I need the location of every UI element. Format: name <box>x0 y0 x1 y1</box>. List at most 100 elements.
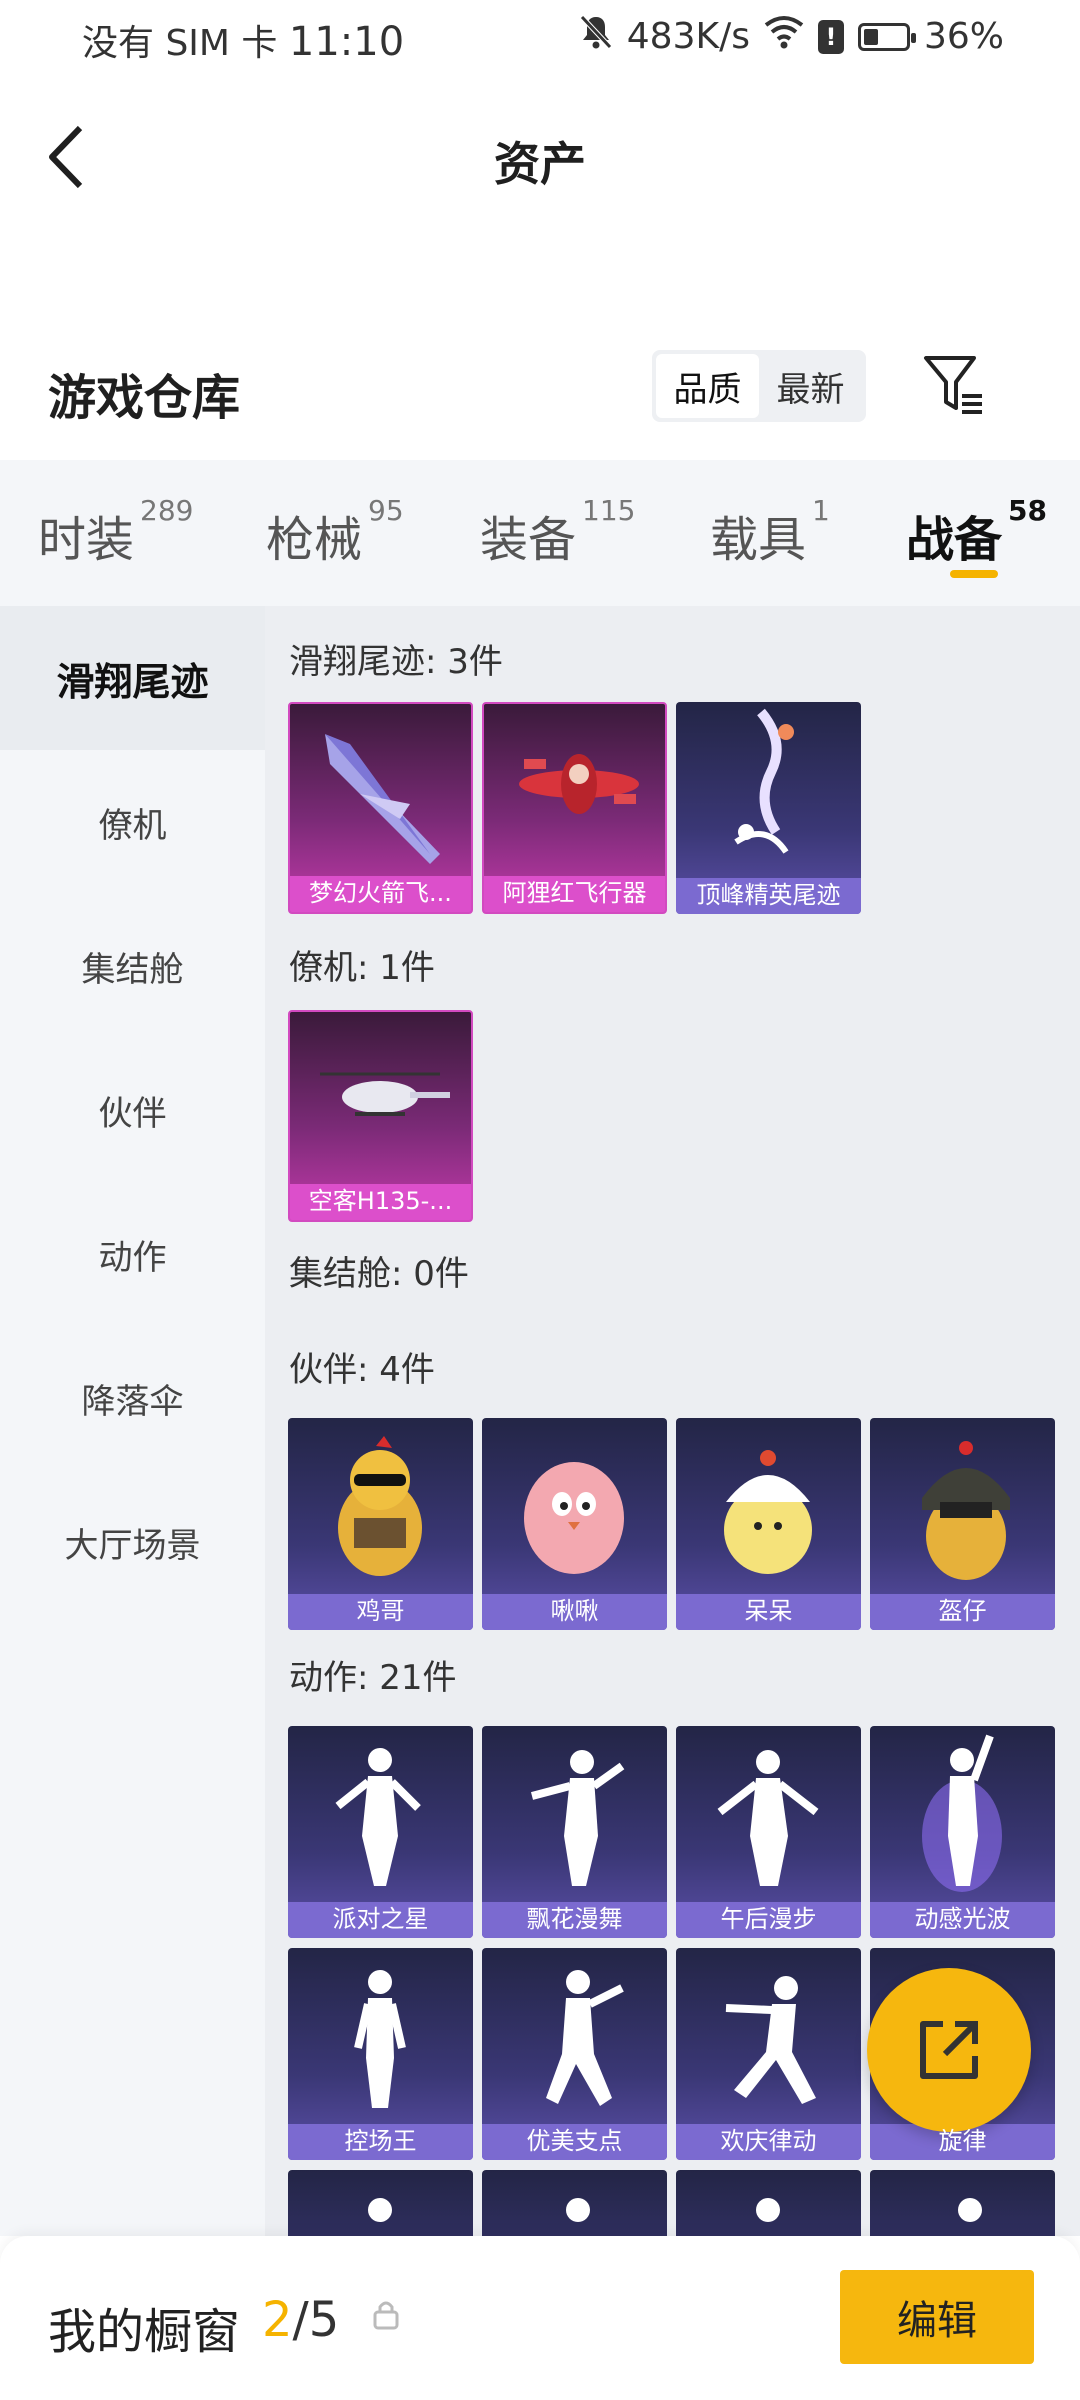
dancer-emote-art <box>717 1750 819 1886</box>
item-card[interactable]: 顶峰精英尾迹 <box>676 702 861 914</box>
status-bar: 没有 SIM 卡 11:10 483K/s ! 36% <box>0 0 1080 76</box>
category-tabs: 时装289 枪械95 装备115 载具1 战备58 <box>0 460 1080 606</box>
dancer-emote-art <box>354 1970 406 2108</box>
filter-button[interactable] <box>922 352 986 418</box>
item-card[interactable]: 优美支点 <box>482 1948 667 2160</box>
item-name: 阿狸红飞行器 <box>502 879 647 907</box>
sort-toggle: 品质 最新 <box>652 350 866 422</box>
warehouse-header: 游戏仓库 品质 最新 <box>0 340 1080 450</box>
item-name: 盔仔 <box>938 1597 987 1625</box>
item-name: 派对之星 <box>332 1905 429 1933</box>
dancer-emote-art <box>530 1750 625 1886</box>
item-card[interactable]: 控场王 <box>288 1948 473 2160</box>
chicken-companion-art <box>338 1436 422 1576</box>
group-title-emote: 动作: 21件 <box>289 1658 457 1698</box>
item-name: 飘花漫舞 <box>526 1905 623 1933</box>
dancer-emote-art <box>368 2198 392 2222</box>
dancer-emote-art <box>958 2198 982 2222</box>
item-card[interactable] <box>288 2170 473 2236</box>
item-card[interactable]: 鸡哥 <box>288 1418 473 1630</box>
light-wave-emote-art <box>922 1734 1002 1892</box>
dancer-emote-art <box>756 2198 780 2222</box>
item-card[interactable]: 午后漫步 <box>676 1726 861 1938</box>
sort-quality-option[interactable]: 品质 <box>656 354 759 418</box>
item-name: 午后漫步 <box>720 1905 817 1933</box>
active-tab-indicator <box>950 570 998 578</box>
showcase-bar: 我的橱窗 2/5 编辑 <box>0 2236 1080 2400</box>
showcase-count: 2/5 <box>262 2292 339 2348</box>
status-right: 483K/s ! 36% <box>579 14 1004 59</box>
showcase-current: 2 <box>262 2292 293 2348</box>
item-card[interactable] <box>870 2170 1055 2236</box>
item-name: 动感光波 <box>914 1905 1011 1933</box>
alert-icon: ! <box>817 19 844 54</box>
item-card[interactable]: 派对之星 <box>288 1726 473 1938</box>
sidebar-item-lobby-scene[interactable]: 大厅场景 <box>0 1470 265 1614</box>
tab-guns[interactable]: 枪械95 <box>266 494 404 570</box>
item-card[interactable] <box>676 2170 861 2236</box>
sidebar-item-assembly-pod[interactable]: 集结舱 <box>0 894 265 1038</box>
status-left: 没有 SIM 卡 11:10 <box>82 14 404 66</box>
tab-count: 58 <box>1008 494 1047 527</box>
sort-newest-option[interactable]: 最新 <box>759 354 862 418</box>
dancer-emote-art <box>725 1976 816 2104</box>
item-card[interactable]: 动感光波 <box>870 1726 1055 1938</box>
red-plane-art <box>519 754 639 814</box>
item-name: 呆呆 <box>744 1597 793 1625</box>
tab-count: 1 <box>812 494 830 527</box>
item-name: 啾啾 <box>550 1597 599 1625</box>
elite-trail-art <box>734 708 794 854</box>
tab-count: 115 <box>582 494 636 527</box>
item-card[interactable]: 空客H135-... <box>288 1010 473 1222</box>
item-card[interactable] <box>482 2170 667 2236</box>
sidebar: 滑翔尾迹 僚机 集结舱 伙伴 动作 降落伞 大厅场景 <box>0 606 265 2236</box>
group-title-glide-trail: 滑翔尾迹: 3件 <box>289 642 503 682</box>
edit-button[interactable]: 编辑 <box>840 2270 1034 2364</box>
item-name: 控场王 <box>344 2127 417 2155</box>
filter-icon <box>924 356 982 414</box>
item-card[interactable]: 阿狸红飞行器 <box>482 702 667 914</box>
share-fab[interactable] <box>867 1968 1031 2132</box>
tab-count: 289 <box>140 494 194 527</box>
wifi-icon <box>764 15 804 58</box>
sidebar-item-emote[interactable]: 动作 <box>0 1182 265 1326</box>
item-card[interactable]: 欢庆律动 <box>676 1948 861 2160</box>
group-title-assembly-pod: 集结舱: 0件 <box>289 1254 469 1294</box>
carrier-text: 没有 SIM 卡 <box>82 23 278 64</box>
item-name: 梦幻火箭飞... <box>309 879 452 907</box>
sidebar-item-companion[interactable]: 伙伴 <box>0 1038 265 1182</box>
sidebar-item-parachute[interactable]: 降落伞 <box>0 1326 265 1470</box>
item-card[interactable]: 盔仔 <box>870 1418 1055 1630</box>
item-name: 顶峰精英尾迹 <box>696 881 841 909</box>
dancer-emote-art <box>335 1748 421 1886</box>
battery-icon <box>857 22 916 51</box>
tab-combat-prep[interactable]: 战备58 <box>906 494 1047 570</box>
tab-count: 95 <box>368 494 404 527</box>
dancer-emote-art <box>546 1970 624 2106</box>
item-card[interactable]: 飘花漫舞 <box>482 1726 667 1938</box>
tab-label: 战备 <box>906 512 1003 568</box>
battery-percent: 36% <box>923 16 1004 57</box>
tab-fashion[interactable]: 时装289 <box>38 494 193 570</box>
showcase-total: /5 <box>292 2292 340 2348</box>
item-name: 欢庆律动 <box>720 2127 817 2155</box>
dancer-emote-art <box>566 2198 590 2222</box>
tab-label: 装备 <box>480 512 577 568</box>
clock: 11:10 <box>288 19 405 65</box>
tab-vehicles[interactable]: 载具1 <box>710 494 830 570</box>
item-card[interactable]: 呆呆 <box>676 1418 861 1630</box>
item-card[interactable]: 啾啾 <box>482 1418 667 1630</box>
sidebar-item-wingman[interactable]: 僚机 <box>0 750 265 894</box>
item-card[interactable]: 梦幻火箭飞... <box>288 702 473 914</box>
tab-label: 枪械 <box>266 512 363 568</box>
rocket-glider-art <box>325 734 440 864</box>
network-speed: 483K/s <box>626 16 750 57</box>
showcase-title: 我的橱窗 <box>48 2304 241 2360</box>
page-title: 资产 <box>494 137 586 191</box>
sidebar-item-glide-trail[interactable]: 滑翔尾迹 <box>0 606 265 750</box>
item-name: 空客H135-... <box>308 1187 453 1215</box>
item-name: 鸡哥 <box>356 1597 405 1625</box>
tab-label: 载具 <box>710 512 807 568</box>
pink-bird-companion-art <box>524 1462 624 1574</box>
tab-equipment[interactable]: 装备115 <box>480 494 635 570</box>
